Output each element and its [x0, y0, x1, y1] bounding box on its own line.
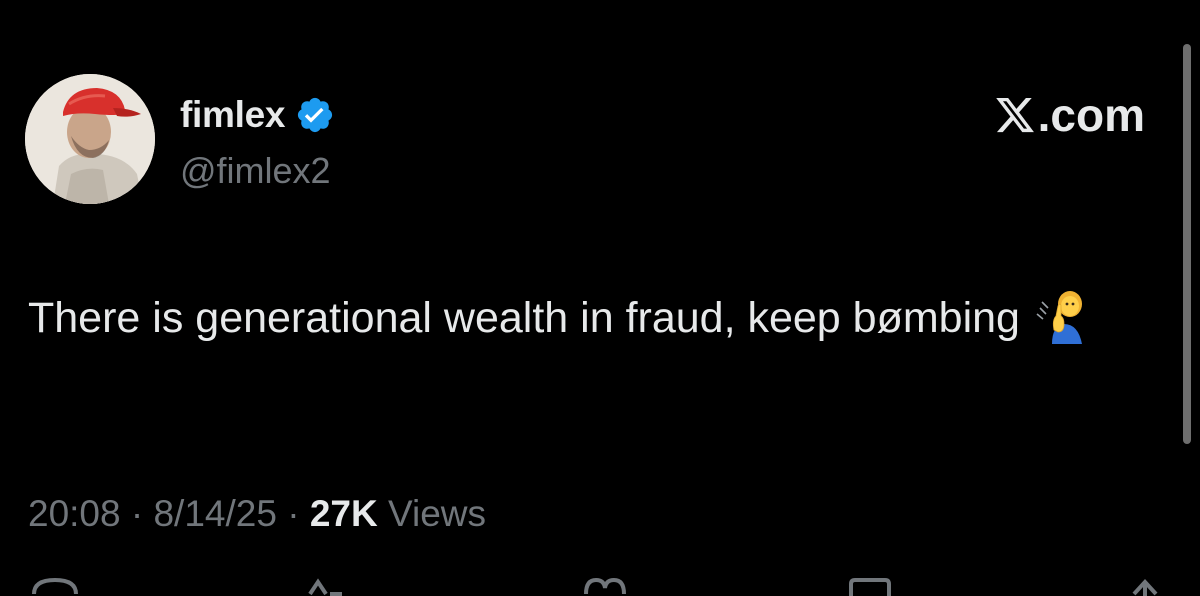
author-name-row[interactable]: fimlex — [180, 92, 335, 138]
source-watermark: .com — [994, 88, 1145, 142]
tweet-body: There is generational wealth in fraud, k… — [28, 294, 1020, 342]
share-icon[interactable] — [1120, 576, 1170, 596]
action-bar — [0, 576, 1200, 596]
author-display-name[interactable]: fimlex — [180, 94, 285, 136]
source-label: .com — [1037, 89, 1145, 141]
verified-badge-icon — [295, 95, 335, 135]
repost-icon[interactable] — [300, 576, 350, 596]
views-count: 27K — [309, 493, 378, 534]
views-label: Views — [377, 493, 487, 534]
avatar[interactable] — [25, 74, 155, 204]
tweet-time[interactable]: 20:08 — [28, 493, 121, 534]
tweet-meta: 20:08 · 8/14/25 · 27K Views — [28, 493, 486, 535]
tweet-date[interactable]: 8/14/25 — [153, 493, 276, 534]
avatar-image — [25, 74, 155, 204]
reply-icon[interactable] — [30, 576, 80, 596]
like-icon[interactable] — [580, 576, 630, 596]
tweet-card: fimlex @fimlex2 .com There is generation… — [0, 0, 1200, 596]
person-shushing-emoji — [1034, 286, 1092, 344]
bookmark-icon[interactable] — [845, 576, 895, 596]
author-handle[interactable]: @fimlex2 — [180, 150, 331, 192]
x-logo-icon — [995, 97, 1034, 133]
meta-separator: · — [276, 493, 310, 534]
meta-separator: · — [120, 493, 154, 534]
tweet-text: There is generational wealth in fraud, k… — [28, 286, 1128, 350]
scrollbar[interactable] — [1183, 44, 1191, 444]
